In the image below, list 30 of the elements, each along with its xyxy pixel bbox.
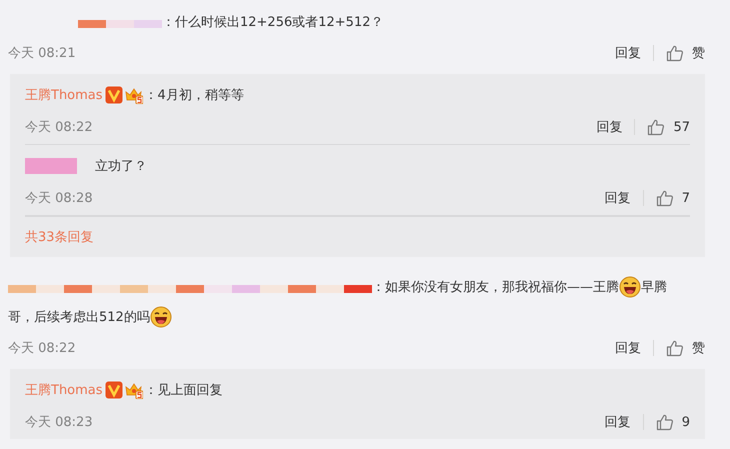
thumbs-up-icon — [656, 413, 674, 431]
reply-button[interactable]: 回复 — [596, 118, 634, 136]
reply-button[interactable]: 回复 — [604, 413, 643, 431]
thumbs-up-icon — [647, 118, 666, 136]
timestamp: 今天 08:22 — [8, 340, 76, 357]
reply-text: ：4月初，稍等等 — [144, 87, 244, 104]
reply-button[interactable]: 回复 — [615, 44, 653, 62]
reply-text: ：见上面回复 — [144, 382, 223, 399]
thumbs-up-icon — [666, 339, 684, 357]
reply-button[interactable]: 回复 — [615, 339, 653, 357]
laughing-emoji-icon — [619, 276, 641, 298]
thumbs-up-icon — [656, 189, 674, 207]
comment-text: 早腾 — [641, 280, 667, 295]
like-button[interactable]: 7 — [656, 189, 690, 207]
comment-text: ：如果你没有女朋友，那我祝福你——王腾 — [372, 280, 619, 295]
reply-button[interactable]: 回复 — [604, 189, 643, 207]
redacted-name — [25, 158, 77, 174]
reply-text: 立功了？ — [95, 158, 147, 175]
timestamp: 今天 08:28 — [25, 190, 93, 207]
like-button[interactable]: 57 — [647, 118, 690, 136]
comment-text: 哥，后续考虑出512的吗 — [8, 310, 150, 325]
like-button[interactable]: 赞 — [666, 44, 705, 62]
timestamp: 今天 08:22 — [25, 119, 93, 136]
like-button[interactable]: 9 — [656, 413, 690, 431]
laughing-emoji-icon — [150, 306, 172, 328]
timestamp: 今天 08:21 — [8, 45, 76, 62]
comment-text: ：什么时候出12+256或者12+512？ — [162, 15, 384, 30]
timestamp: 今天 08:23 — [25, 414, 93, 431]
like-button[interactable]: 赞 — [666, 339, 705, 357]
thumbs-up-icon — [666, 44, 684, 62]
